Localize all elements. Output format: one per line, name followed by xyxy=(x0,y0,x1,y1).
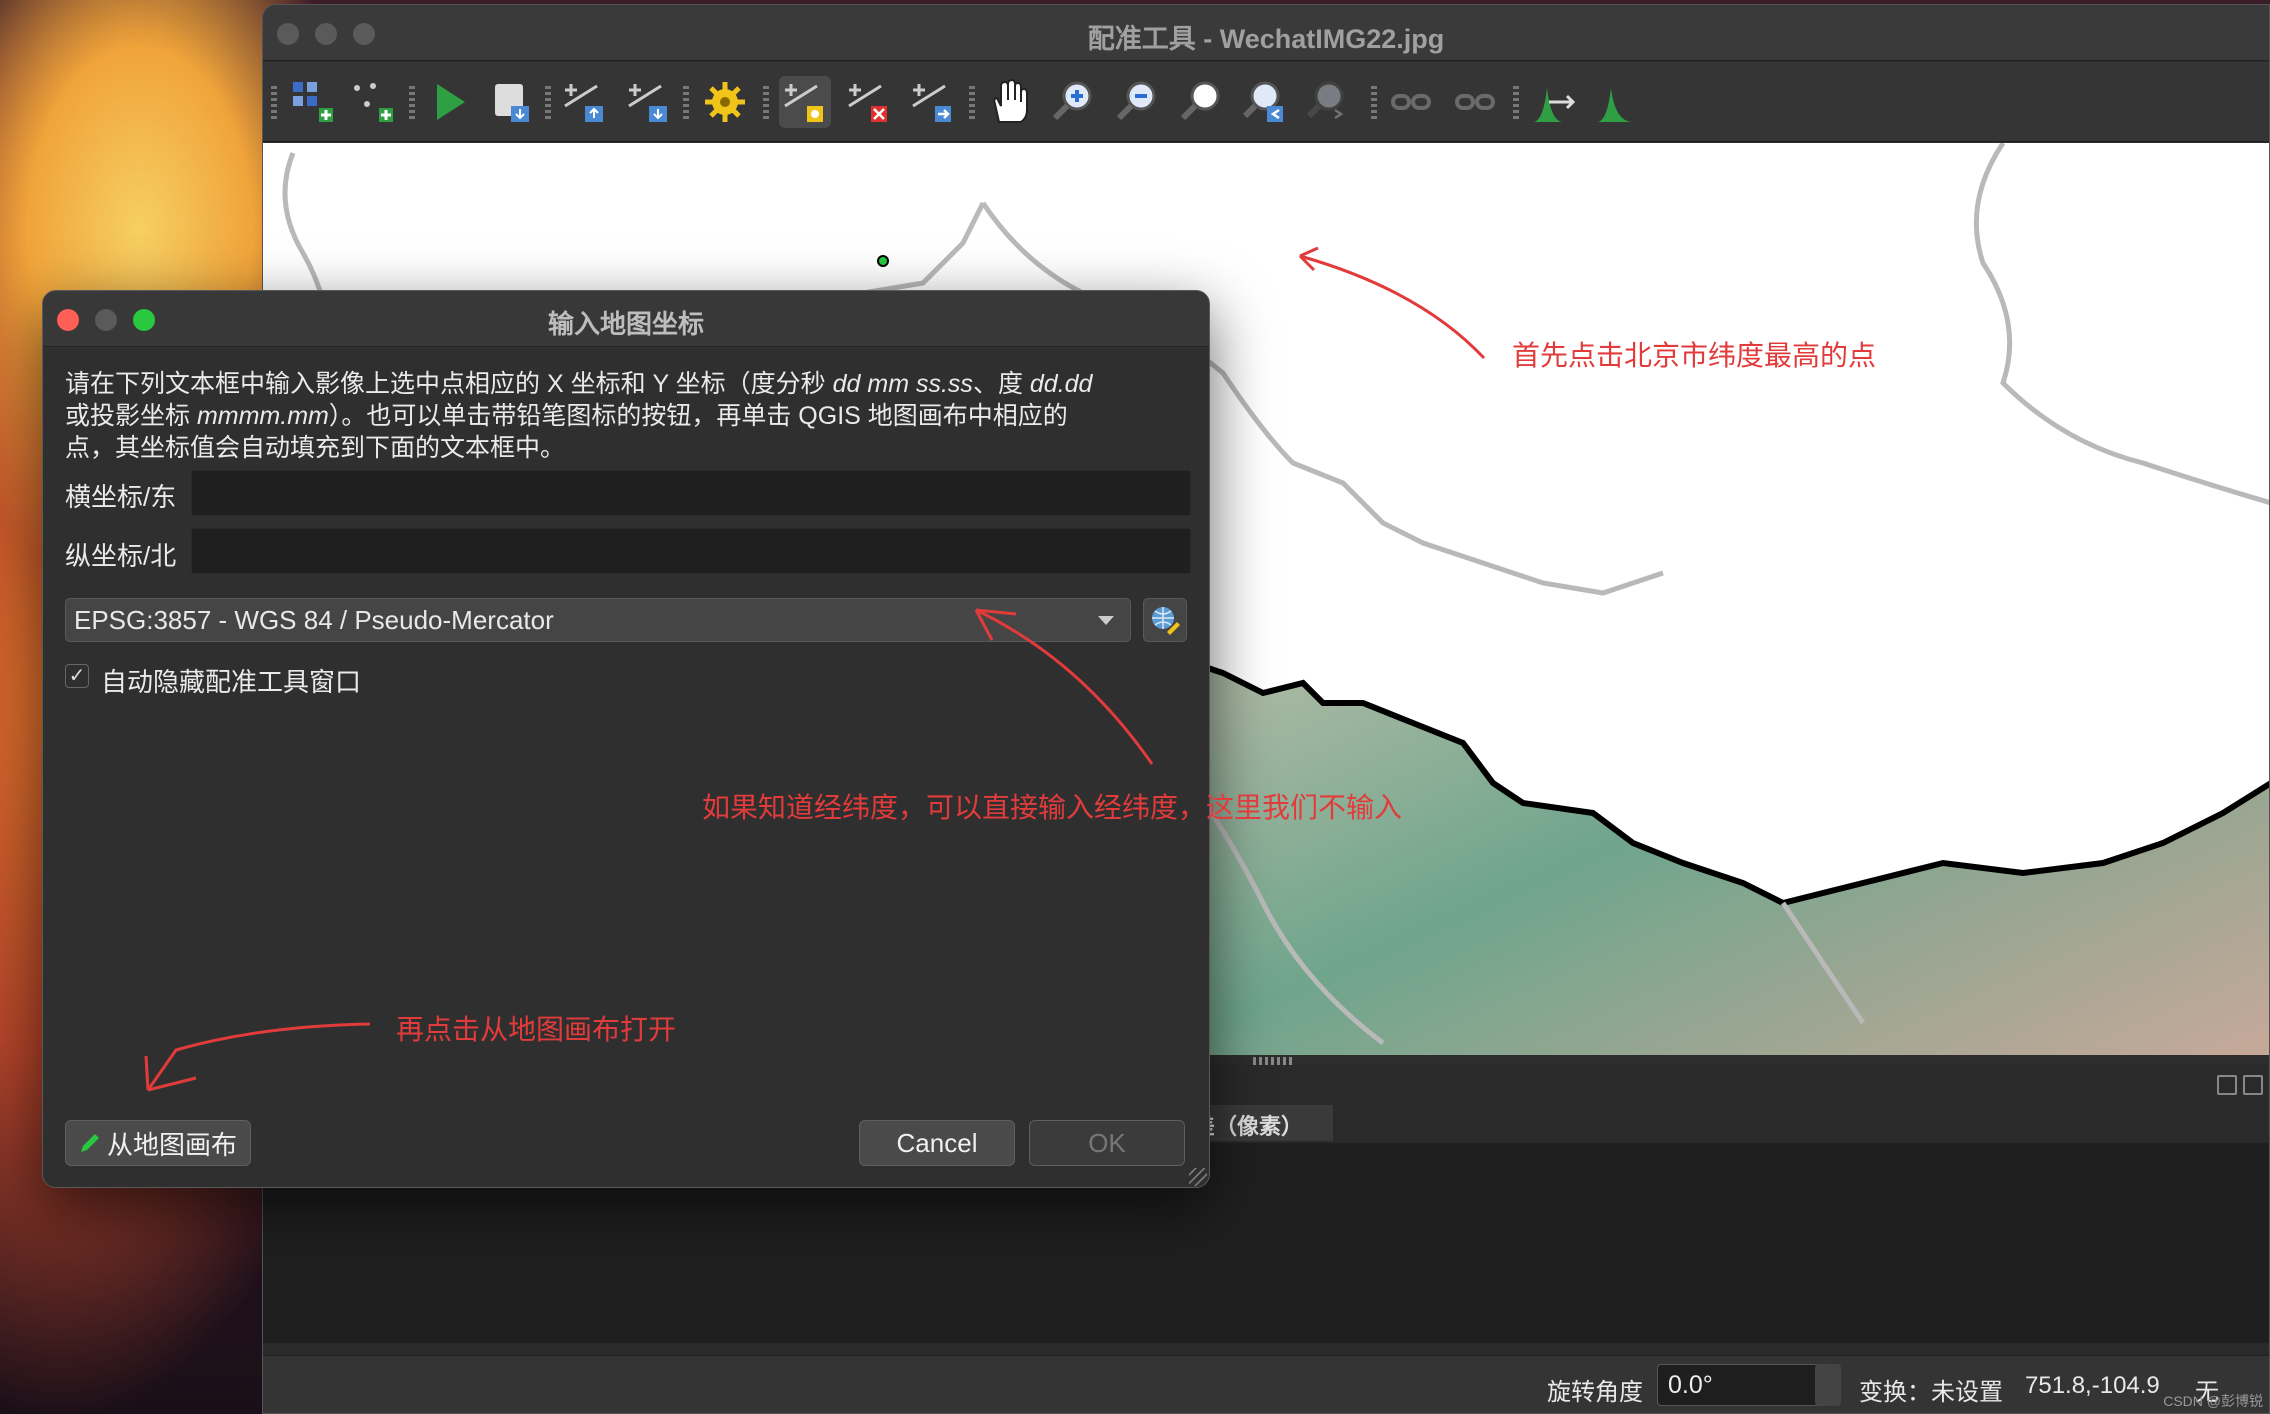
transform-status: 变换：未设置 xyxy=(1859,1379,2003,1406)
start-georeferencing-icon[interactable] xyxy=(423,76,475,128)
add-point-icon[interactable] xyxy=(347,76,399,128)
transformation-settings-icon[interactable] xyxy=(699,76,751,128)
y-coordinate-input[interactable] xyxy=(191,528,1191,574)
zoom-layer-icon[interactable] xyxy=(1175,76,1227,128)
x-coordinate-input[interactable] xyxy=(191,470,1191,516)
toolbar-separator xyxy=(1513,86,1519,122)
dock-float-icon[interactable] xyxy=(2217,1075,2237,1095)
dialog-body: 请在下列文本框中输入影像上选中点相应的 X 坐标和 Y 坐标（度分秒 dd mm… xyxy=(43,348,1209,1187)
link-georef-icon[interactable] xyxy=(1385,76,1437,128)
generate-gdal-script-icon[interactable] xyxy=(485,76,537,128)
chevron-down-icon xyxy=(1098,616,1114,625)
cancel-button[interactable]: Cancel xyxy=(859,1120,1015,1166)
window-titlebar: 配准工具 - WechatIMG22.jpg xyxy=(263,5,2269,61)
coordinate-readout: 751.8,-104.9 xyxy=(2025,1372,2160,1399)
window-title: 配准工具 - WechatIMG22.jpg xyxy=(1087,24,1445,54)
dialog-title: 输入地图坐标 xyxy=(547,309,704,339)
annotation-click-highest: 首先点击北京市纬度最高的点 xyxy=(1512,340,1877,371)
x-coordinate-label: 横坐标/东 xyxy=(65,482,177,512)
rotation-stepper[interactable] xyxy=(1815,1364,1841,1406)
watermark-text: CSDN @彭博锐 xyxy=(2163,1393,2263,1409)
zoom-out-icon[interactable] xyxy=(1111,76,1163,128)
dock-resize-handle[interactable] xyxy=(1253,1057,1293,1065)
toolbar-separator xyxy=(683,86,689,122)
gcp-point-marker[interactable] xyxy=(877,255,889,267)
load-gcp-icon[interactable] xyxy=(559,76,611,128)
autohide-checkbox[interactable]: ✓ xyxy=(65,664,89,688)
toolbar-separator xyxy=(763,86,769,122)
pan-icon[interactable] xyxy=(983,76,1035,128)
rotation-label: 旋转角度 xyxy=(1547,1379,1643,1406)
from-map-canvas-label: 从地图画布 xyxy=(106,1129,237,1160)
instruction-text: 请在下列文本框中输入影像上选中点相应的 X 坐标和 Y 坐标（度分秒 dd mm… xyxy=(65,370,1093,462)
globe-icon xyxy=(1152,607,1180,635)
toolbar-separator xyxy=(545,86,551,122)
toolbar-separator xyxy=(1371,86,1377,122)
toolbar-separator xyxy=(409,86,415,122)
add-point-tool-icon[interactable] xyxy=(779,76,831,128)
dialog-titlebar: 输入地图坐标 xyxy=(43,291,1209,347)
pencil-icon xyxy=(80,1134,99,1152)
autohide-label: 自动隐藏配准工具窗口 xyxy=(101,667,362,697)
rotation-input[interactable] xyxy=(1657,1364,1825,1406)
delete-point-icon[interactable] xyxy=(843,76,895,128)
add-raster-icon[interactable] xyxy=(287,76,339,128)
resize-grip[interactable] xyxy=(1189,1168,1207,1186)
ok-button[interactable]: OK xyxy=(1029,1120,1185,1166)
toolbar-handle[interactable] xyxy=(271,86,277,122)
toolbar-separator xyxy=(969,86,975,122)
crs-select[interactable]: EPSG:3857 - WGS 84 / Pseudo-Mercator xyxy=(65,598,1131,642)
save-gcp-icon[interactable] xyxy=(623,76,675,128)
zoom-in-icon[interactable] xyxy=(1047,76,1099,128)
map-coordinates-dialog: 输入地图坐标 请在下列文本框中输入影像上选中点相应的 X 坐标和 Y 坐标（度分… xyxy=(42,290,1210,1188)
dock-close-icon[interactable] xyxy=(2243,1075,2263,1095)
y-coordinate-label: 纵坐标/北 xyxy=(65,541,177,571)
crs-selected-value: EPSG:3857 - WGS 84 / Pseudo-Mercator xyxy=(74,605,554,635)
local-histogram-stretch-icon[interactable] xyxy=(1591,76,1643,128)
zoom-last-icon[interactable] xyxy=(1239,76,1291,128)
crs-selector-button[interactable] xyxy=(1143,598,1187,642)
georeferencer-toolbar xyxy=(263,62,2269,142)
status-bar: 旋转角度 变换：未设置 751.8,-104.9 无 CSDN @彭博锐 xyxy=(263,1355,2269,1413)
zoom-next-icon[interactable] xyxy=(1303,76,1355,128)
full-histogram-stretch-icon[interactable] xyxy=(1527,76,1579,128)
link-qgis-icon[interactable] xyxy=(1449,76,1501,128)
annotation-click-canvas: 再点击从地图画布打开 xyxy=(396,1014,677,1045)
from-map-canvas-button[interactable]: 从地图画布 xyxy=(65,1120,251,1166)
annotation-input-lonlat: 如果知道经纬度，可以直接输入经纬度，这里我们不输入 xyxy=(702,792,1403,823)
move-gcp-icon[interactable] xyxy=(907,76,959,128)
